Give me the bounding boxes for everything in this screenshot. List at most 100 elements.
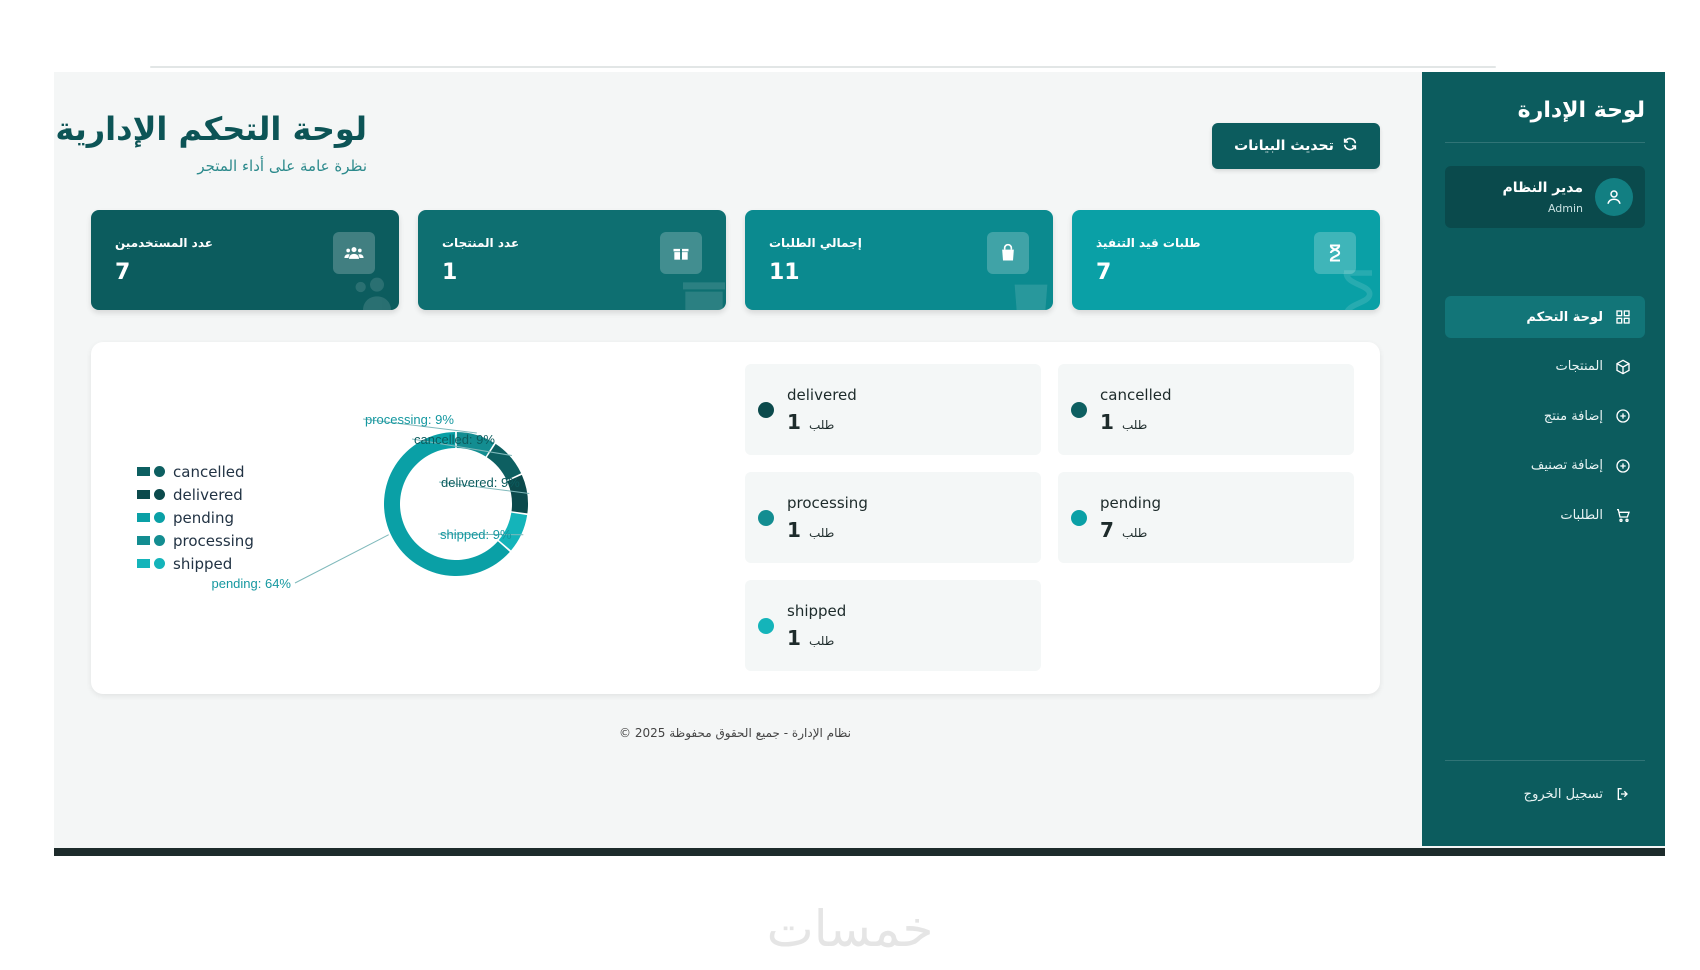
sidebar-item-label: المنتجات <box>1555 359 1603 374</box>
status-card-delivered: delivered 1 طلب <box>745 364 1041 455</box>
users-watermark-icon <box>355 277 391 310</box>
status-card-cancelled: cancelled 1 طلب <box>1058 364 1354 455</box>
refresh-label: تحديث البيانات <box>1234 138 1334 154</box>
status-name: pending <box>1100 494 1161 512</box>
legend-label: delivered <box>173 485 243 504</box>
legend-swatch <box>137 467 150 476</box>
stat-value: 7 <box>1096 260 1112 285</box>
user-icon <box>1607 190 1621 204</box>
box-watermark-icon <box>683 282 725 310</box>
status-unit: طلب <box>809 418 835 432</box>
legend-item-pending[interactable]: pending <box>137 506 254 529</box>
legend-label: pending <box>173 508 234 527</box>
sidebar-item-orders[interactable]: الطلبات <box>1445 494 1645 536</box>
legend-dot <box>154 489 165 500</box>
legend-swatch <box>137 536 150 545</box>
user-card: مدير النظام Admin <box>1445 166 1645 228</box>
page-subtitle: نظرة عامة على أداء المتجر <box>197 157 367 175</box>
stat-label: عدد المستخدمين <box>115 236 213 250</box>
status-unit: طلب <box>1122 526 1148 540</box>
legend-item-shipped[interactable]: shipped <box>137 552 254 575</box>
sidebar-item-dashboard[interactable]: لوحة التحكم <box>1445 296 1645 338</box>
status-count: 1 <box>1100 410 1114 434</box>
status-name: processing <box>787 494 868 512</box>
legend-label: cancelled <box>173 462 245 481</box>
status-card-shipped: shipped 1 طلب <box>745 580 1041 671</box>
legend-label: processing <box>173 531 254 550</box>
legend-dot <box>154 466 165 477</box>
hourglass-watermark-icon <box>1343 270 1373 310</box>
legend-item-processing[interactable]: processing <box>137 529 254 552</box>
status-unit: طلب <box>809 634 835 648</box>
status-count: 1 <box>787 518 801 542</box>
status-name: cancelled <box>1100 386 1172 404</box>
sidebar-nav: لوحة التحكم المنتجات إضافة منتج إضافة تص… <box>1445 296 1645 544</box>
stat-value: 1 <box>442 260 458 285</box>
status-dot <box>758 402 774 418</box>
legend-item-cancelled[interactable]: cancelled <box>137 460 254 483</box>
legend-swatch <box>137 490 150 499</box>
slice-label-pending: pending: 64% <box>211 576 291 591</box>
sidebar-item-label: إضافة تصنيف <box>1530 458 1603 473</box>
sidebar-item-add-category[interactable]: إضافة تصنيف <box>1445 445 1645 487</box>
status-unit: طلب <box>1122 418 1148 432</box>
slice-label-delivered: delivered: 9% <box>441 475 520 490</box>
plus-circle-icon <box>1613 456 1633 476</box>
orders-status-panel: cancelled delivered pending processing shipp… <box>91 342 1380 694</box>
stat-label: عدد المنتجات <box>442 236 520 250</box>
user-name: مدير النظام <box>1502 180 1583 196</box>
taskbar-strip <box>54 848 1665 856</box>
stat-card-products: عدد المنتجات 1 <box>418 210 726 310</box>
status-count: 7 <box>1100 518 1114 542</box>
page-title: لوحة التحكم الإدارية <box>55 110 367 148</box>
legend-dot <box>154 512 165 523</box>
slice-label-shipped: shipped: 9% <box>440 527 512 542</box>
sidebar-item-label: إضافة منتج <box>1543 408 1603 424</box>
slice-label-leader <box>294 534 389 584</box>
legend-dot <box>154 558 165 569</box>
sidebar-divider <box>1445 760 1645 761</box>
user-role: Admin <box>1547 202 1583 215</box>
status-count: 1 <box>787 410 801 434</box>
sidebar-divider <box>1445 142 1645 143</box>
avatar <box>1595 178 1633 216</box>
refresh-data-button[interactable]: تحديث البيانات <box>1212 123 1380 169</box>
stat-card-orders: إجمالي الطلبات 11 <box>745 210 1053 310</box>
logout-label: تسجيل الخروج <box>1523 786 1603 802</box>
slice-label-processing: processing: 9% <box>365 412 454 427</box>
sidebar-item-add-product[interactable]: إضافة منتج <box>1445 395 1645 437</box>
logout-icon <box>1613 784 1633 804</box>
grid-icon <box>1613 307 1633 327</box>
chart-legend: cancelled delivered pending processing shipp… <box>137 460 254 575</box>
status-card-processing: processing 1 طلب <box>745 472 1041 563</box>
legend-swatch <box>137 513 150 522</box>
logout-button[interactable]: تسجيل الخروج <box>1445 774 1645 814</box>
status-unit: طلب <box>809 526 835 540</box>
page-footer: نظام الإدارة - جميع الحقوق محفوظة 2025 © <box>619 726 851 740</box>
legend-item-delivered[interactable]: delivered <box>137 483 254 506</box>
status-dot <box>758 618 774 634</box>
status-count: 1 <box>787 626 801 650</box>
legend-swatch <box>137 559 150 568</box>
refresh-icon <box>1342 136 1358 156</box>
status-card-pending: pending 7 طلب <box>1058 472 1354 563</box>
sidebar-title: لوحة الإدارة <box>1517 98 1645 123</box>
box-icon <box>1613 357 1633 377</box>
slice-label-cancelled: cancelled: 9% <box>414 432 495 447</box>
legend-dot <box>154 535 165 546</box>
status-dot <box>1071 510 1087 526</box>
legend-label: shipped <box>173 554 233 573</box>
sidebar-item-products[interactable]: المنتجات <box>1445 346 1645 388</box>
khamsat-watermark: خمسات <box>766 900 934 958</box>
stat-card-users: عدد المستخدمين 7 <box>91 210 399 310</box>
sidebar-item-label: الطلبات <box>1560 507 1603 523</box>
browser-top-line <box>150 66 1496 68</box>
plus-circle-icon <box>1613 406 1633 426</box>
stat-label: إجمالي الطلبات <box>769 236 862 250</box>
status-name: delivered <box>787 386 857 404</box>
stat-card-pending-orders: طلبات قيد التنفيذ 7 <box>1072 210 1380 310</box>
status-dot <box>758 510 774 526</box>
cart-icon <box>1613 505 1633 525</box>
stat-label: طلبات قيد التنفيذ <box>1096 236 1201 250</box>
stat-value: 11 <box>769 260 800 285</box>
